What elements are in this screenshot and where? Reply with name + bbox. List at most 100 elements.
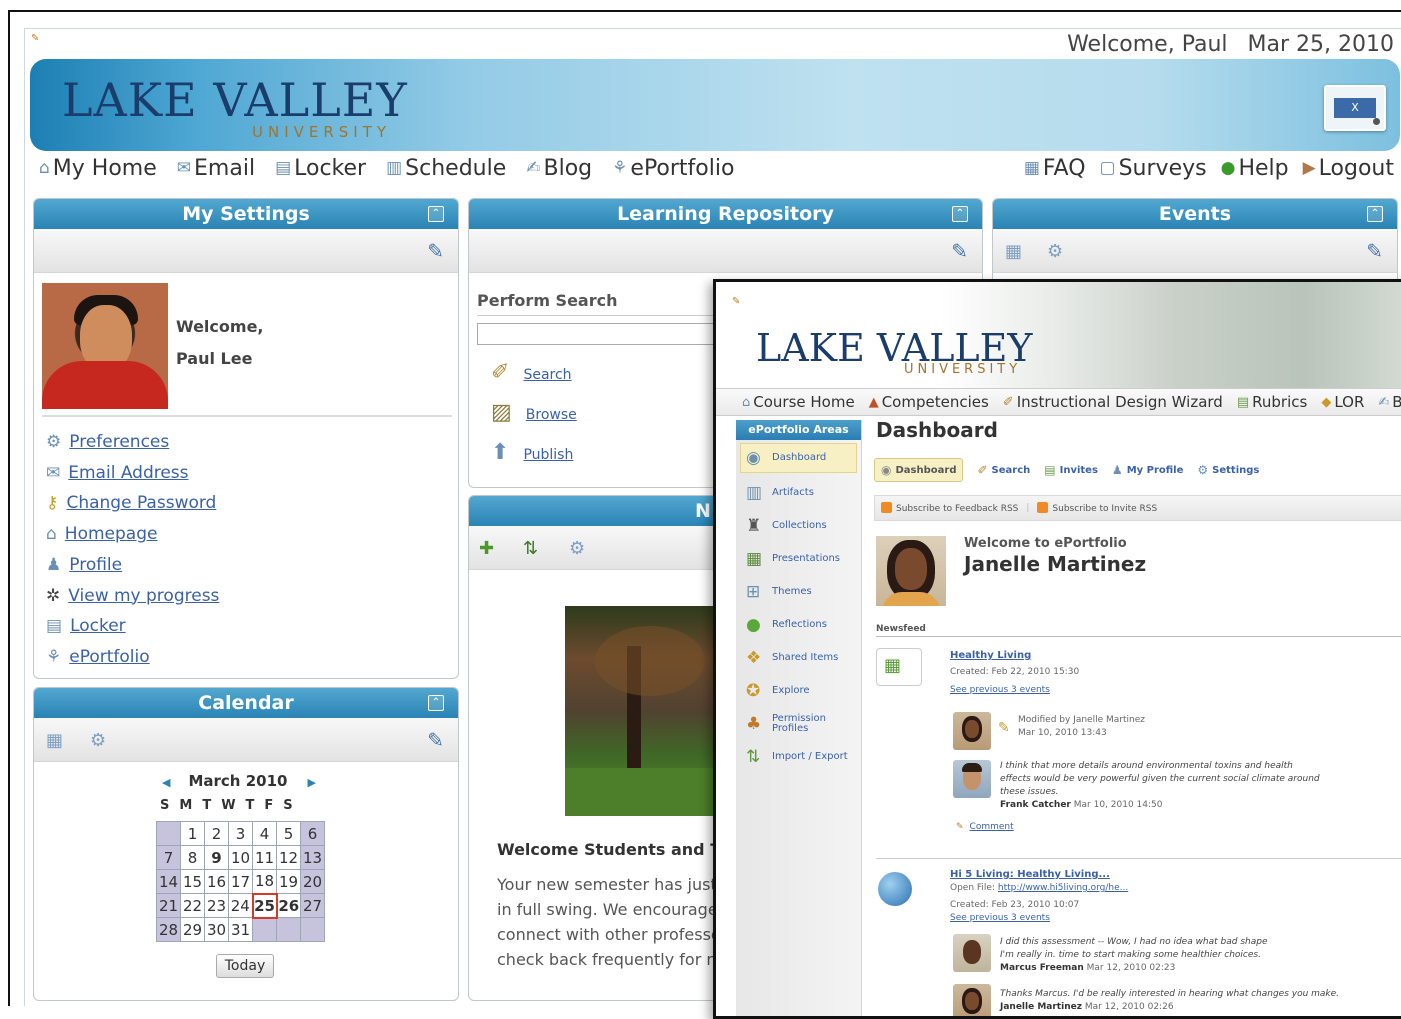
nav-locker[interactable]: ▤ Locker [275, 156, 366, 181]
calendar-day[interactable]: 28 [156, 917, 181, 942]
locker-link[interactable]: ▤ Locker [46, 611, 219, 642]
nav-eportfolio[interactable]: ⚘ ePortfolio [612, 156, 734, 181]
calendar-day[interactable]: 12 [276, 845, 301, 870]
calendar-day[interactable]: 29 [180, 917, 205, 942]
invite-rss-link[interactable]: Subscribe to Invite RSS [1037, 502, 1157, 514]
calendar-day[interactable]: 26 [276, 893, 301, 918]
calendar-day[interactable]: 15 [180, 869, 205, 894]
calendar-day[interactable]: 9 [204, 845, 229, 870]
feed-title-link[interactable]: Healthy Living [950, 650, 1031, 661]
nav-instructional-design-wizard[interactable]: ✐ Instructional Design Wizard [1003, 393, 1223, 411]
calendar-day[interactable]: 14 [156, 869, 181, 894]
edit-icon[interactable]: ✎ [427, 239, 444, 263]
presentation-icon[interactable]: ▦ [876, 648, 922, 686]
calendar-view-icon[interactable]: ▦ [46, 730, 63, 751]
nav-course-home[interactable]: ⌂ Course Home [742, 393, 855, 411]
nav-lor[interactable]: ◆ LOR [1321, 393, 1364, 411]
calendar-day[interactable]: 30 [204, 917, 229, 942]
nav-rubrics[interactable]: ▤ Rubrics [1237, 393, 1307, 411]
calendar-day[interactable]: 22 [180, 893, 205, 918]
feed-title-link[interactable]: Hi 5 Living: Healthy Living... [950, 869, 1110, 880]
calendar-day[interactable]: 25 [251, 892, 278, 919]
feedback-rss-link[interactable]: Subscribe to Feedback RSS [881, 502, 1018, 514]
add-icon[interactable]: ✚ [479, 538, 494, 559]
settings-icon[interactable]: ⚙ [1047, 241, 1063, 262]
globe-icon[interactable] [876, 872, 922, 910]
university-logo[interactable]: LAKE VALLEY [62, 73, 408, 127]
sidebar-item-dashboard[interactable]: ◉ Dashboard [740, 443, 857, 473]
view-progress-link[interactable]: ✲ View my progress [46, 581, 219, 612]
nav-logout[interactable]: ▶ Logout [1303, 156, 1394, 181]
nav-b[interactable]: ✍B [1378, 393, 1401, 411]
sidebar-item-reflections[interactable]: ● Reflections [736, 608, 861, 641]
nav-faq[interactable]: ▦ FAQ [1024, 156, 1086, 181]
calendar-day[interactable]: 4 [252, 821, 277, 846]
email-address-link[interactable]: ✉ Email Address [46, 458, 219, 489]
calendar-day[interactable]: 16 [204, 869, 229, 894]
tab-invites[interactable]: ▤ Invites [1044, 464, 1098, 476]
settings-icon[interactable]: ⚙ [90, 730, 106, 751]
file-link[interactable]: http://www.hi5living.org/he... [998, 883, 1128, 893]
calendar-day[interactable]: 23 [204, 893, 229, 918]
calendar-day[interactable]: 3 [228, 821, 253, 846]
calendar-day[interactable]: 31 [228, 917, 253, 942]
tab-search[interactable]: ✐ Search [977, 464, 1030, 476]
edit-icon[interactable]: ✎ [951, 239, 968, 263]
browse-action[interactable]: ▨ Browse [491, 395, 577, 435]
settings-icon[interactable]: ⚙ [569, 538, 585, 559]
sidebar-item-presentations[interactable]: ▦ Presentations [736, 542, 861, 575]
calendar-day[interactable]: 20 [300, 869, 325, 894]
nav-competencies[interactable]: ▲ Competencies [869, 393, 989, 411]
calendar-day[interactable]: 10 [228, 845, 253, 870]
calendar-day[interactable]: 21 [156, 893, 181, 918]
see-previous-link[interactable]: See previous 3 events [950, 913, 1050, 923]
today-button[interactable]: Today [216, 954, 274, 978]
homepage-link[interactable]: ⌂ Homepage [46, 519, 219, 550]
nav-blog[interactable]: ✍ Blog [526, 156, 592, 181]
sidebar-item-import-export[interactable]: ⇅ Import / Export [736, 740, 861, 773]
collapse-icon[interactable]: ⌃ [952, 206, 968, 222]
calendar-day[interactable]: 19 [276, 869, 301, 894]
sort-icon[interactable]: ⇅ [523, 538, 538, 559]
sidebar-item-shared-items[interactable]: ❖ Shared Items [736, 641, 861, 674]
collapse-icon[interactable]: ⌃ [428, 206, 444, 222]
calendar-day[interactable]: 1 [180, 821, 205, 846]
sidebar-item-artifacts[interactable]: ▥ Artifacts [736, 476, 861, 509]
calendar-day[interactable]: 8 [180, 845, 205, 870]
edit-icon[interactable]: ✎ [427, 728, 444, 752]
publish-action[interactable]: ⬆ Publish [491, 435, 577, 475]
sidebar-item-collections[interactable]: ♜ Collections [736, 509, 861, 542]
next-month-icon[interactable]: ▶ [307, 776, 315, 789]
nav-surveys[interactable]: ▢ Surveys [1100, 156, 1207, 181]
collapse-icon[interactable]: ⌃ [1367, 206, 1383, 222]
comment-link[interactable]: ✎ Comment [956, 822, 1014, 832]
nav-my-home[interactable]: ⌂ My Home [39, 156, 157, 181]
calendar-view-icon[interactable]: ▦ [1005, 241, 1022, 262]
calendar-day[interactable]: 27 [300, 893, 325, 918]
search-action[interactable]: ✐ Search [491, 355, 577, 395]
profile-link[interactable]: ♟ Profile [46, 550, 219, 581]
calendar-day[interactable]: 7 [156, 845, 181, 870]
preferences-link[interactable]: ⚙ Preferences [46, 427, 219, 458]
calendar-day[interactable]: 6 [300, 821, 325, 846]
calendar-day[interactable]: 11 [252, 845, 277, 870]
nav-help[interactable]: ● Help [1221, 156, 1289, 181]
calendar-day[interactable]: 17 [228, 869, 253, 894]
calendar-day[interactable]: 5 [276, 821, 301, 846]
sidebar-item-themes[interactable]: ⊞ Themes [736, 575, 861, 608]
nav-email[interactable]: ✉ Email [177, 156, 255, 181]
prev-month-icon[interactable]: ◀ [162, 776, 170, 789]
calendar-day[interactable]: 18 [252, 869, 277, 894]
sidebar-item-permission-profiles[interactable]: ♣ Permission Profiles [736, 707, 861, 740]
nav-schedule[interactable]: ▥ Schedule [386, 156, 506, 181]
sidebar-item-explore[interactable]: ✪ Explore [736, 674, 861, 707]
eportfolio-link[interactable]: ⚘ ePortfolio [46, 642, 219, 673]
tab-my-profile[interactable]: ♟ My Profile [1112, 464, 1183, 476]
see-previous-link[interactable]: See previous 3 events [950, 685, 1050, 695]
calendar-day[interactable]: 24 [228, 893, 253, 918]
edit-icon[interactable]: ✎ [1366, 239, 1383, 263]
change-password-link[interactable]: ⚷ Change Password [46, 488, 219, 519]
calendar-day[interactable]: 13 [300, 845, 325, 870]
tab-dashboard[interactable]: ◉ Dashboard [874, 458, 964, 482]
tab-settings[interactable]: ⚙ Settings [1197, 464, 1259, 476]
